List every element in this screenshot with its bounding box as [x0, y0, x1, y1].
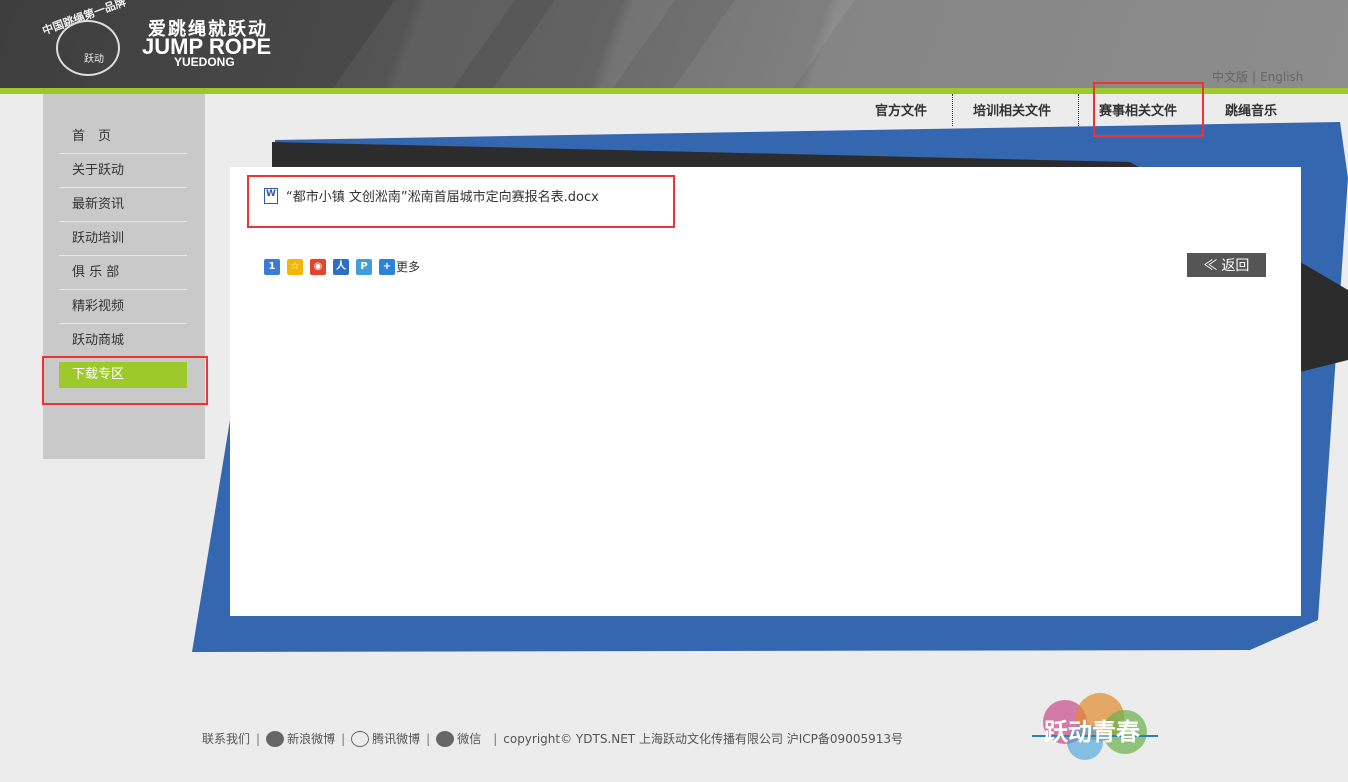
highlight-box: [42, 356, 208, 405]
footer-wechat-link[interactable]: 微信: [457, 730, 481, 747]
site-footer: 联系我们 | 新浪微博 | 腾讯微博 | 微信 | copyright© YDT…: [202, 730, 903, 747]
tencent-weibo-icon: [351, 730, 370, 747]
topnav-divider: [1078, 94, 1079, 126]
youth-logo: 跃动青春: [1032, 693, 1158, 760]
share-more-label[interactable]: 更多: [396, 258, 420, 275]
back-button[interactable]: ≪ 返回: [1187, 253, 1266, 277]
footer-divider: |: [341, 731, 346, 746]
footer-contact-link[interactable]: 联系我们: [202, 730, 250, 747]
content-panel: [230, 167, 1301, 616]
sidebar-item-club[interactable]: 俱 乐 部: [59, 256, 187, 290]
footer-divider: |: [493, 731, 498, 746]
topnav-divider: [952, 94, 953, 126]
footer-copyright: copyright© YDTS.NET 上海跃动文化传播有限公司 沪ICP备09…: [503, 732, 904, 746]
sidebar-item-news[interactable]: 最新资讯: [59, 188, 187, 222]
footer-tencent-link[interactable]: 腾讯微博: [372, 730, 420, 747]
footer-divider: |: [426, 731, 431, 746]
topnav-training-docs[interactable]: 培训相关文件: [973, 100, 1051, 119]
sidebar-item-videos[interactable]: 精彩视频: [59, 290, 187, 324]
share-more-icon[interactable]: +: [379, 258, 395, 275]
topnav-official-docs[interactable]: 官方文件: [875, 100, 927, 119]
highlight-box: [247, 175, 675, 228]
footer-sina-link[interactable]: 新浪微博: [287, 730, 335, 747]
topnav-rope-music[interactable]: 跳绳音乐: [1225, 100, 1277, 119]
share-renren-icon[interactable]: 人: [333, 258, 349, 275]
sidebar-item-shop[interactable]: 跃动商城: [59, 324, 187, 358]
share-tencent-icon[interactable]: P: [356, 258, 372, 275]
share-weibo-icon[interactable]: ◉: [310, 258, 326, 275]
highlight-box: [1093, 82, 1204, 137]
sina-weibo-icon: [266, 730, 285, 747]
sidebar-item-training[interactable]: 跃动培训: [59, 222, 187, 256]
share-favorite-icon[interactable]: ☆: [287, 258, 303, 275]
wechat-icon: [436, 730, 455, 747]
sidebar-item-about[interactable]: 关于跃动: [59, 154, 187, 188]
share-qzone-icon[interactable]: 1: [264, 258, 280, 275]
youth-logo-text: 跃动青春: [1044, 718, 1140, 746]
footer-divider: |: [256, 731, 261, 746]
share-bar: 1 ☆ ◉ 人 P + 更多: [264, 258, 420, 275]
sidebar-item-home[interactable]: 首 页: [59, 120, 187, 154]
